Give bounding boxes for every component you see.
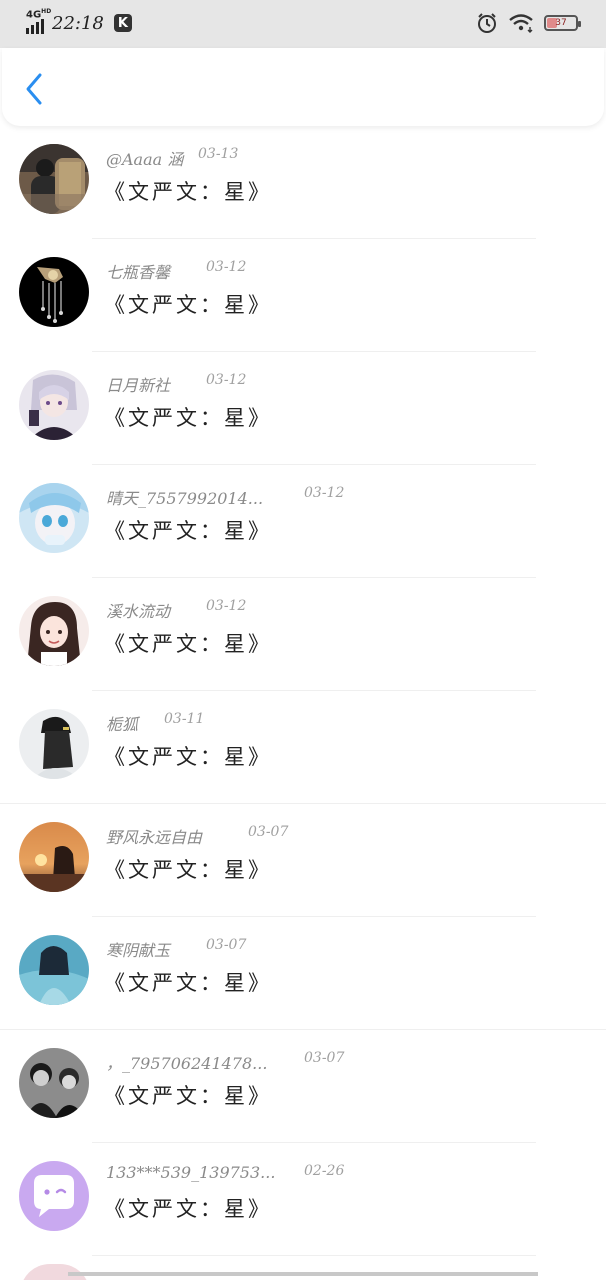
back-button[interactable]: [20, 72, 50, 106]
list-item[interactable]: 日月新社 03-12 《文严文：星》: [0, 352, 606, 465]
status-right: 37: [476, 12, 581, 34]
battery-percent: 37: [555, 18, 567, 28]
comment-text: 《文严文：星》: [104, 745, 272, 769]
username[interactable]: 溪水流动: [106, 598, 170, 622]
comment-text: 《文严文：星》: [104, 180, 272, 204]
comment-date: 03-07: [304, 1050, 345, 1066]
avatar[interactable]: [19, 935, 89, 1005]
comment-date: 02-26: [304, 1163, 345, 1179]
list-item[interactable]: 晴天_7557992014... 03-12 《文严文：星》: [0, 465, 606, 578]
avatar[interactable]: [19, 709, 89, 779]
comment-date: 03-07: [248, 824, 289, 840]
list-item[interactable]: 栀狐 03-11 《文严文：星》: [0, 691, 606, 804]
comment-date: 03-12: [206, 598, 247, 614]
list-item[interactable]: ，_795706241478... 03-07 《文严文：星》: [0, 1030, 606, 1143]
comment-date: 03-12: [304, 485, 345, 501]
wifi-icon: [509, 14, 533, 33]
comment-date: 03-11: [164, 711, 205, 727]
comment-text: 《文严文：星》: [104, 519, 272, 543]
username[interactable]: 133***539_139753...: [106, 1163, 275, 1182]
list-item[interactable]: 133***539_139753... 02-26 《文严文：星》: [0, 1143, 606, 1256]
comment-text: 《文严文：星》: [104, 1197, 272, 1221]
list-item[interactable]: 寒阴献玉 03-07 《文严文：星》: [0, 917, 606, 1030]
comment-text: 《文严文：星》: [104, 1084, 272, 1108]
comment-date: 03-07: [206, 937, 247, 953]
comment-text: 《文严文：星》: [104, 406, 272, 430]
battery-icon: 37: [544, 15, 581, 31]
username[interactable]: 野风永远自由: [106, 824, 202, 848]
list-item[interactable]: @Aaaa 涵 03-13 《文严文：星》: [0, 126, 606, 239]
status-left: 4GHD 22:18 K: [26, 8, 132, 36]
comment-text: 《文严文：星》: [104, 293, 272, 317]
avatar[interactable]: [19, 596, 89, 666]
alarm-icon: [478, 13, 496, 33]
comment-text: 《文严文：星》: [104, 632, 272, 656]
avatar[interactable]: [19, 1161, 89, 1231]
chevron-left-icon: [26, 73, 42, 105]
avatar[interactable]: [19, 370, 89, 440]
comment-date: 03-12: [206, 372, 247, 388]
username[interactable]: 日月新社: [106, 372, 170, 396]
username[interactable]: 七瓶香馨: [106, 259, 170, 283]
comment-date: 03-12: [206, 259, 247, 275]
next-list-item-peek: [0, 1256, 606, 1280]
comment-list-screen: 4GHD 22:18 K 37 @Aaaa 涵 03-13 《文严文：星》 七瓶…: [0, 0, 606, 1280]
status-bar: 4GHD 22:18 K 37: [0, 0, 606, 48]
avatar[interactable]: [19, 483, 89, 553]
username[interactable]: 晴天_7557992014...: [106, 485, 263, 509]
avatar[interactable]: [19, 822, 89, 892]
comment-date: 03-13: [198, 146, 239, 162]
username[interactable]: 栀狐: [106, 711, 138, 735]
app-badge-icon: K: [113, 14, 132, 32]
signal-icon: 4GHD: [26, 8, 51, 34]
list-item[interactable]: 野风永远自由 03-07 《文严文：星》: [0, 804, 606, 917]
clock: 22:18: [52, 12, 104, 34]
comment-text: 《文严文：星》: [104, 971, 272, 995]
list-item[interactable]: 七瓶香馨 03-12 《文严文：星》: [0, 239, 606, 352]
username[interactable]: @Aaaa 涵: [106, 146, 183, 170]
list-item[interactable]: 溪水流动 03-12 《文严文：星》: [0, 578, 606, 691]
avatar[interactable]: [19, 144, 89, 214]
comment-text: 《文严文：星》: [104, 858, 272, 882]
username[interactable]: 寒阴献玉: [106, 937, 170, 961]
avatar[interactable]: [19, 1048, 89, 1118]
network-type: 4GHD: [26, 8, 52, 21]
scroll-hint-bar: [68, 1272, 538, 1276]
avatar[interactable]: [19, 257, 89, 327]
top-nav-header: [2, 48, 604, 126]
comment-list: @Aaaa 涵 03-13 《文严文：星》 七瓶香馨 03-12 《文严文：星》…: [0, 126, 606, 1256]
username[interactable]: ，_795706241478...: [106, 1050, 267, 1074]
